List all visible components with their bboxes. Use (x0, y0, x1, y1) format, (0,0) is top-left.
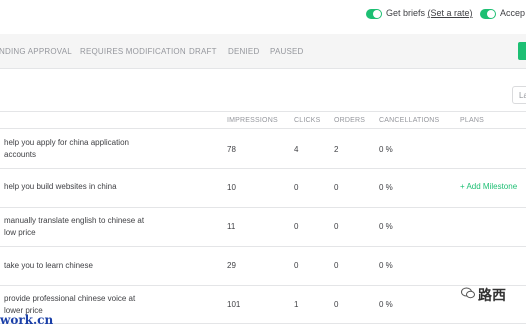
column-header-clicks[interactable]: CLICKS (294, 117, 321, 124)
accept-toggle[interactable] (480, 9, 496, 19)
clicks-value: 0 (294, 183, 299, 192)
cancellations-value: 0 % (379, 261, 393, 270)
divider (0, 128, 526, 129)
cancellations-value: 0 % (379, 300, 393, 309)
column-header-plans: PLANS (460, 117, 484, 124)
orders-value: 0 (334, 261, 339, 270)
impressions-value: 11 (227, 222, 236, 231)
tab-denied[interactable]: DENIED (228, 47, 259, 56)
tab-draft[interactable]: DRAFT (189, 47, 217, 56)
row-divider (0, 168, 526, 169)
add-milestone-button[interactable]: + Add Milestone (460, 182, 517, 191)
tab-pending-approval[interactable]: NDING APPROVAL (0, 47, 72, 56)
orders-value: 0 (334, 300, 339, 309)
clicks-value: 0 (294, 222, 299, 231)
tab-paused[interactable]: PAUSED (270, 47, 304, 56)
orders-value: 2 (334, 145, 339, 154)
column-header-orders[interactable]: ORDERS (334, 117, 365, 124)
gigs-table (0, 69, 526, 326)
cancellations-value: 0 % (379, 183, 393, 192)
gig-title-link[interactable]: help you apply for china application acc… (4, 137, 154, 161)
row-divider (0, 207, 526, 208)
tab-requires-modification[interactable]: REQUIRES MODIFICATION (80, 47, 186, 56)
clicks-value: 4 (294, 145, 299, 154)
watermark-cjk: 路西 (478, 288, 506, 304)
gig-status-tabs: NDING APPROVAL REQUIRES MODIFICATION DRA… (0, 34, 526, 69)
watermark-text: work.cn (0, 313, 54, 327)
gig-title-link[interactable]: manually translate english to chinese at… (4, 215, 154, 239)
clicks-value: 0 (294, 261, 299, 270)
cancellations-value: 0 % (379, 145, 393, 154)
impressions-value: 29 (227, 261, 236, 270)
create-gig-button[interactable] (518, 42, 526, 60)
impressions-value: 101 (227, 300, 241, 309)
cancellations-value: 0 % (379, 222, 393, 231)
set-rate-link[interactable]: (Set a rate) (428, 8, 473, 18)
row-divider (0, 246, 526, 247)
row-divider (0, 323, 526, 324)
clicks-value: 1 (294, 300, 299, 309)
divider (0, 111, 526, 112)
column-header-cancellations[interactable]: CANCELLATIONS (379, 117, 439, 124)
row-divider (0, 285, 526, 286)
impressions-value: 10 (227, 183, 236, 192)
gig-title-link[interactable]: take you to learn chinese (4, 260, 154, 272)
impressions-value: 78 (227, 145, 236, 154)
gig-title-link[interactable]: help you build websites in china (4, 181, 154, 193)
get-briefs-toggle[interactable] (366, 9, 382, 19)
orders-value: 0 (334, 183, 339, 192)
orders-value: 0 (334, 222, 339, 231)
get-briefs-label: Get briefs (Set a rate) (386, 8, 473, 18)
accept-label: Accep (500, 8, 526, 18)
column-header-impressions[interactable]: IMPRESSIONS (227, 117, 278, 124)
wechat-icon (461, 287, 475, 299)
top-bar: Get briefs (Set a rate) Accep (0, 0, 526, 30)
filter-dropdown[interactable]: La (512, 86, 526, 104)
